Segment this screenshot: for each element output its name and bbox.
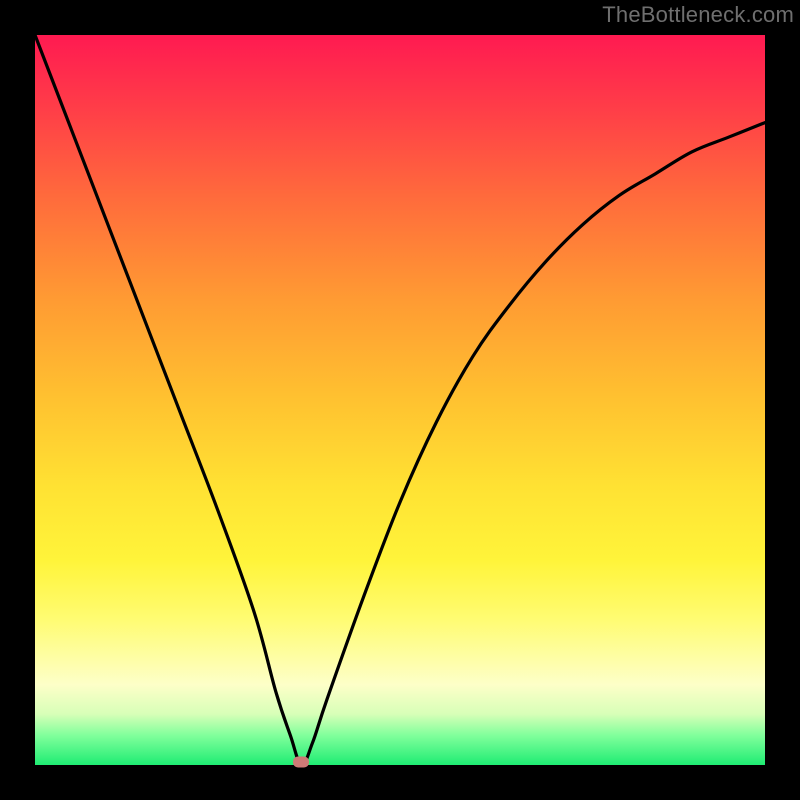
optimum-marker	[293, 757, 309, 768]
chart-frame: TheBottleneck.com	[0, 0, 800, 800]
bottleneck-curve	[35, 35, 765, 765]
chart-plot-area	[35, 35, 765, 765]
watermark-text: TheBottleneck.com	[602, 2, 794, 28]
